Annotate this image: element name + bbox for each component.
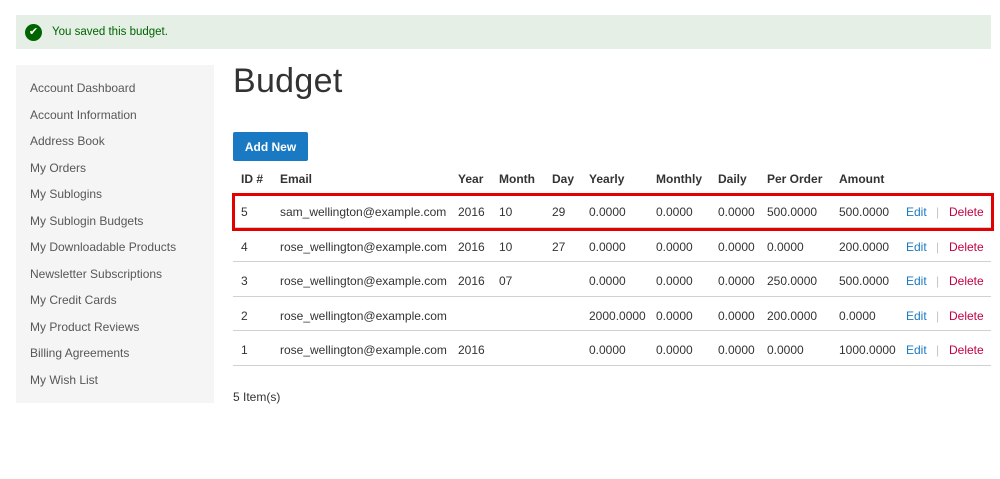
sidebar-item-my-credit-cards[interactable]: My Credit Cards bbox=[16, 287, 214, 314]
header-email: Email bbox=[280, 172, 313, 186]
header-daily: Daily bbox=[718, 172, 747, 186]
delete-link[interactable]: Delete bbox=[949, 309, 984, 323]
table-row: 2 rose_wellington@example.com 2000.0000 … bbox=[233, 297, 991, 331]
cell-daily: 0.0000 bbox=[718, 205, 755, 219]
sidebar-item-account-information[interactable]: Account Information bbox=[16, 102, 214, 129]
cell-amount: 1000.0000 bbox=[839, 343, 896, 357]
cell-per-order: 0.0000 bbox=[767, 239, 804, 254]
cell-id: 2 bbox=[241, 308, 248, 323]
sidebar-item-my-wish-list[interactable]: My Wish List bbox=[16, 367, 214, 394]
cell-year: 2016 bbox=[458, 239, 485, 254]
sidebar-item-newsletter-subscriptions[interactable]: Newsletter Subscriptions bbox=[16, 261, 214, 288]
cell-year: 2016 bbox=[458, 274, 485, 288]
table-header-row: ID # Email Year Month Day Yearly Monthly… bbox=[233, 163, 991, 193]
cell-id: 4 bbox=[241, 239, 248, 254]
items-count: 5 Item(s) bbox=[233, 390, 281, 404]
sidebar-item-my-product-reviews[interactable]: My Product Reviews bbox=[16, 314, 214, 341]
cell-daily: 0.0000 bbox=[718, 308, 755, 323]
sidebar-item-my-sublogins[interactable]: My Sublogins bbox=[16, 181, 214, 208]
header-amount: Amount bbox=[839, 172, 885, 186]
sidebar-item-my-downloadable-products[interactable]: My Downloadable Products bbox=[16, 234, 214, 261]
cell-day: 29 bbox=[552, 205, 566, 219]
table-row: 3 rose_wellington@example.com 2016 07 0.… bbox=[233, 262, 991, 297]
cell-yearly: 0.0000 bbox=[589, 274, 626, 288]
delete-link[interactable]: Delete bbox=[949, 274, 984, 288]
page-title: Budget bbox=[233, 62, 343, 100]
cell-month: 07 bbox=[499, 274, 513, 288]
edit-link[interactable]: Edit bbox=[906, 240, 927, 254]
action-separator: | bbox=[936, 343, 940, 357]
cell-id: 3 bbox=[241, 274, 248, 288]
sidebar-item-my-orders[interactable]: My Orders bbox=[16, 155, 214, 182]
cell-amount: 500.0000 bbox=[839, 205, 890, 219]
delete-link[interactable]: Delete bbox=[949, 343, 984, 357]
action-separator: | bbox=[936, 239, 940, 254]
cell-yearly: 0.0000 bbox=[589, 239, 626, 254]
cell-email: rose_wellington@example.com bbox=[280, 343, 447, 357]
cell-monthly: 0.0000 bbox=[656, 308, 693, 323]
edit-link[interactable]: Edit bbox=[906, 205, 927, 219]
sidebar-item-address-book[interactable]: Address Book bbox=[16, 128, 214, 155]
cell-daily: 0.0000 bbox=[718, 343, 755, 357]
cell-year: 2016 bbox=[458, 343, 485, 357]
header-year: Year bbox=[458, 172, 484, 186]
cell-monthly: 0.0000 bbox=[656, 205, 693, 219]
header-month: Month bbox=[499, 172, 535, 186]
table-row: 4 rose_wellington@example.com 2016 10 27… bbox=[233, 228, 991, 262]
cell-yearly: 0.0000 bbox=[589, 343, 626, 357]
sidebar-item-my-sublogin-budgets[interactable]: My Sublogin Budgets bbox=[16, 208, 214, 235]
edit-link[interactable]: Edit bbox=[906, 274, 927, 288]
cell-yearly: 0.0000 bbox=[589, 205, 626, 219]
cell-yearly: 2000.0000 bbox=[589, 308, 646, 323]
cell-monthly: 0.0000 bbox=[656, 239, 693, 254]
edit-link[interactable]: Edit bbox=[906, 309, 927, 323]
header-day: Day bbox=[552, 172, 575, 186]
add-new-button[interactable]: Add New bbox=[233, 132, 308, 161]
header-monthly: Monthly bbox=[656, 172, 702, 186]
cell-id: 5 bbox=[241, 205, 248, 219]
cell-day: 27 bbox=[552, 239, 566, 254]
header-per-order: Per Order bbox=[767, 172, 823, 186]
cell-id: 1 bbox=[241, 343, 248, 357]
table-row: 1 rose_wellington@example.com 2016 0.000… bbox=[233, 331, 991, 366]
action-separator: | bbox=[936, 274, 940, 288]
sidebar-item-account-dashboard[interactable]: Account Dashboard bbox=[16, 75, 214, 102]
edit-link[interactable]: Edit bbox=[906, 343, 927, 357]
cell-monthly: 0.0000 bbox=[656, 274, 693, 288]
sidebar-item-billing-agreements[interactable]: Billing Agreements bbox=[16, 340, 214, 367]
cell-email: sam_wellington@example.com bbox=[280, 205, 447, 219]
account-sidebar: Account Dashboard Account Information Ad… bbox=[16, 65, 214, 403]
table-row: 5 sam_wellington@example.com 2016 10 29 … bbox=[233, 193, 991, 228]
check-icon: ✔ bbox=[25, 23, 42, 41]
cell-per-order: 500.0000 bbox=[767, 205, 818, 219]
header-yearly: Yearly bbox=[589, 172, 625, 186]
cell-daily: 0.0000 bbox=[718, 274, 755, 288]
cell-per-order: 250.0000 bbox=[767, 274, 818, 288]
delete-link[interactable]: Delete bbox=[949, 205, 984, 219]
success-message: ✔ You saved this budget. bbox=[16, 15, 991, 49]
cell-per-order: 0.0000 bbox=[767, 343, 804, 357]
cell-amount: 0.0000 bbox=[839, 308, 876, 323]
cell-email: rose_wellington@example.com bbox=[280, 239, 447, 254]
cell-per-order: 200.0000 bbox=[767, 308, 818, 323]
header-id: ID # bbox=[241, 172, 264, 186]
cell-year: 2016 bbox=[458, 205, 485, 219]
cell-amount: 200.0000 bbox=[839, 239, 890, 254]
action-separator: | bbox=[936, 205, 940, 219]
cell-month: 10 bbox=[499, 205, 513, 219]
cell-email: rose_wellington@example.com bbox=[280, 274, 447, 288]
success-message-text: You saved this budget. bbox=[52, 26, 168, 38]
cell-daily: 0.0000 bbox=[718, 239, 755, 254]
cell-amount: 500.0000 bbox=[839, 274, 890, 288]
action-separator: | bbox=[936, 308, 940, 323]
delete-link[interactable]: Delete bbox=[949, 240, 984, 254]
cell-month: 10 bbox=[499, 239, 513, 254]
cell-monthly: 0.0000 bbox=[656, 343, 693, 357]
budget-table: ID # Email Year Month Day Yearly Monthly… bbox=[233, 163, 991, 366]
cell-email: rose_wellington@example.com bbox=[280, 308, 447, 323]
